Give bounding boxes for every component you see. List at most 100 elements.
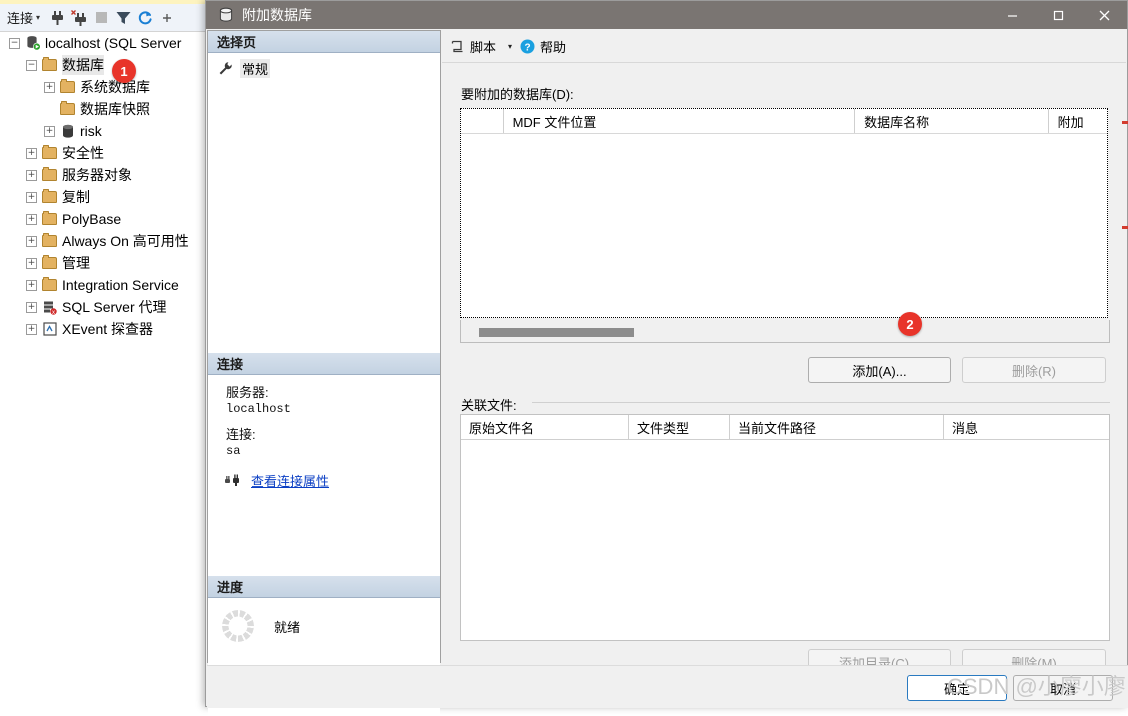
tree-item[interactable]: + risk: [0, 120, 205, 142]
progress-status: 就绪: [274, 619, 301, 635]
grid-col-file-type[interactable]: 文件类型: [628, 415, 729, 439]
tree-item-label: 管理: [62, 255, 90, 271]
object-explorer-toolbar: 连接 ▾: [0, 4, 205, 32]
database-icon: [218, 7, 234, 23]
connection-body: 服务器: localhost 连接: sa 查看连接属性: [208, 375, 440, 576]
close-icon[interactable]: [1081, 1, 1127, 29]
script-menu[interactable]: 脚本: [450, 37, 496, 56]
grid-col-database-name[interactable]: 数据库名称: [854, 109, 1048, 133]
related-section-label: 关联文件:: [461, 395, 523, 414]
databases-grid-hscrollbar[interactable]: [460, 320, 1110, 343]
tree-item[interactable]: + x SQL Server 代理: [0, 296, 205, 318]
tree-item[interactable]: + 服务器对象: [0, 164, 205, 186]
expand-icon[interactable]: +: [26, 147, 37, 159]
grid-col-mdf-location[interactable]: MDF 文件位置: [502, 109, 855, 133]
connect-menu-label[interactable]: 连接: [7, 8, 33, 27]
databases-to-attach-grid[interactable]: MDF 文件位置 数据库名称 附加: [460, 108, 1108, 318]
scroll-marker-bottom: [1122, 226, 1128, 229]
help-button[interactable]: ? 帮助: [520, 37, 566, 56]
attach-section-label: 要附加的数据库(D):: [461, 87, 574, 102]
tree-item-label: 数据库快照: [80, 101, 150, 117]
filter-icon[interactable]: [113, 8, 133, 28]
window-controls: [989, 1, 1127, 29]
object-explorer-tree[interactable]: − localhost (SQL Server − 数据库 + 系统数据库数据库快照 + ri…: [0, 32, 205, 707]
minimize-icon[interactable]: [989, 1, 1035, 29]
tree-item[interactable]: + 系统数据库: [0, 76, 205, 98]
expand-icon[interactable]: +: [26, 301, 37, 313]
disconnect-plug-icon[interactable]: [69, 8, 89, 28]
chevron-down-icon[interactable]: ▾: [36, 13, 40, 22]
collapse-icon[interactable]: −: [9, 37, 20, 49]
folder-icon: [41, 145, 58, 161]
tree-item-label: SQL Server 代理: [62, 299, 167, 315]
folder-icon: [41, 189, 58, 205]
grid-col-original-filename[interactable]: 原始文件名: [461, 415, 628, 439]
tree-item[interactable]: + Integration Service: [0, 274, 205, 296]
folder-icon: [41, 167, 58, 183]
annotation-badge-1: 1: [112, 59, 136, 83]
grid-col-current-path[interactable]: 当前文件路径: [729, 415, 943, 439]
expand-icon[interactable]: +: [26, 235, 37, 247]
view-connection-properties-link[interactable]: 查看连接属性: [251, 471, 329, 490]
tree-item[interactable]: 数据库快照: [0, 98, 205, 120]
tree-item[interactable]: + XEvent 探查器: [0, 318, 205, 340]
associated-files-rows: [461, 440, 1109, 640]
page-item-general[interactable]: 常规: [208, 53, 440, 78]
annotation-badge-2: 2: [898, 312, 922, 336]
tree-item[interactable]: − localhost (SQL Server: [0, 32, 205, 54]
cancel-button[interactable]: 取消: [1013, 675, 1113, 701]
tree-item-label: 复制: [62, 189, 90, 205]
tree-item[interactable]: − 数据库: [0, 54, 205, 76]
more-commands-icon[interactable]: [157, 8, 177, 28]
associated-files-grid[interactable]: 原始文件名 文件类型 当前文件路径 消息: [460, 414, 1110, 641]
script-help-toolbar: 脚本 ▾ ? 帮助: [442, 30, 1126, 63]
tree-item[interactable]: + Always On 高可用性: [0, 230, 205, 252]
expand-icon[interactable]: +: [26, 191, 37, 203]
expand-icon[interactable]: +: [26, 323, 37, 335]
connection-label: 连接:: [226, 427, 256, 442]
tree-item[interactable]: + PolyBase: [0, 208, 205, 230]
grid-col-attach[interactable]: 附加: [1047, 109, 1107, 133]
select-page-header: 选择页: [208, 31, 440, 53]
collapse-icon[interactable]: −: [26, 59, 37, 71]
connection-properties-icon: [224, 474, 243, 488]
script-chevron-down-icon[interactable]: ▾: [508, 42, 512, 51]
tree-item[interactable]: + 复制: [0, 186, 205, 208]
expand-icon[interactable]: +: [44, 125, 55, 137]
database-icon: [59, 123, 76, 139]
view-connection-properties-row[interactable]: 查看连接属性: [208, 471, 440, 490]
tree-item[interactable]: + 安全性: [0, 142, 205, 164]
expand-icon[interactable]: +: [26, 257, 37, 269]
dialog-footer: 确定 取消: [207, 665, 1128, 708]
tree-item-label: XEvent 探查器: [62, 321, 154, 337]
attach-database-dialog: 附加数据库 选择页 常规 连接 服务器: localhost 连接: sa 查看…: [205, 0, 1128, 716]
maximize-icon[interactable]: [1035, 1, 1081, 29]
databases-grid-rows: [461, 134, 1107, 317]
expand-icon[interactable]: +: [26, 279, 37, 291]
folder-icon: [41, 277, 58, 293]
connection-header: 连接: [208, 353, 440, 375]
connection-value: sa: [226, 444, 241, 458]
dialog-title-bar[interactable]: 附加数据库: [206, 1, 1127, 29]
refresh-icon[interactable]: [135, 8, 155, 28]
server-value: localhost: [226, 402, 291, 416]
scrollbar-thumb[interactable]: [479, 328, 634, 337]
server-icon: [24, 35, 41, 51]
tree-item[interactable]: + 管理: [0, 252, 205, 274]
connect-plug-icon[interactable]: [47, 8, 67, 28]
wrench-icon: [218, 61, 233, 76]
expand-icon[interactable]: +: [26, 213, 37, 225]
select-page-body: 常规: [208, 53, 440, 353]
folder-icon: [41, 233, 58, 249]
help-label: 帮助: [540, 39, 567, 55]
expand-icon[interactable]: +: [26, 169, 37, 181]
folder-icon: [41, 57, 58, 73]
add-button[interactable]: 添加(A)...: [808, 357, 951, 383]
attach-section-buttons: 添加(A)... 删除(R): [442, 357, 1126, 383]
grid-col-message[interactable]: 消息: [943, 415, 1109, 439]
expand-icon[interactable]: +: [44, 81, 55, 93]
tree-item-label: 服务器对象: [62, 167, 132, 183]
ok-button[interactable]: 确定: [907, 675, 1007, 701]
tree-item-label: risk: [80, 123, 102, 139]
tree-item-label: 系统数据库: [80, 79, 150, 95]
